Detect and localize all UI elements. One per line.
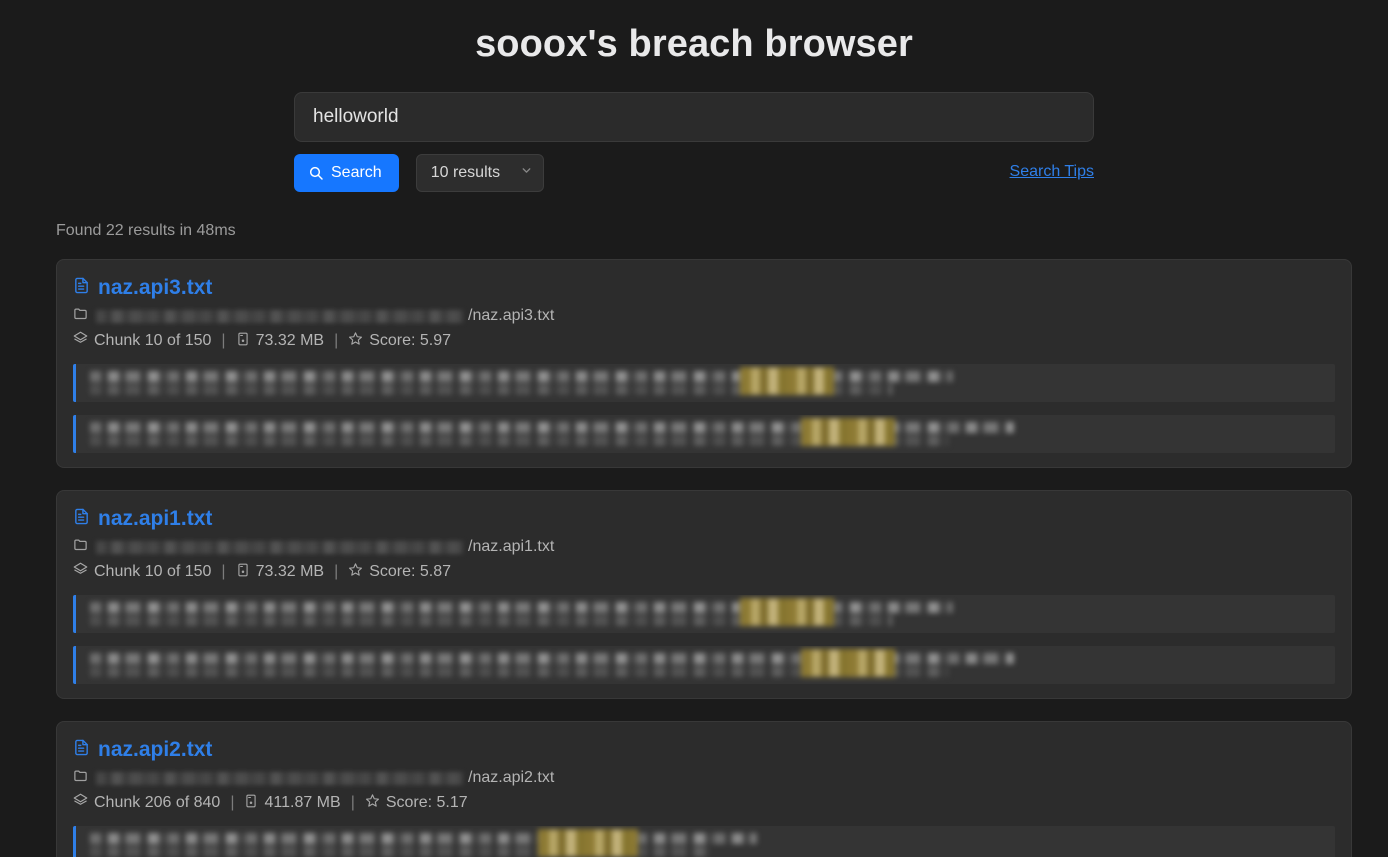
- chunk-meta: Chunk 206 of 840: [73, 793, 220, 813]
- search-icon: [308, 165, 324, 181]
- results-list: naz.api3.txt/naz.api3.txt Chunk 10 of 150…: [56, 259, 1352, 857]
- result-card[interactable]: naz.api2.txt/naz.api2.txt Chunk 206 of 84…: [56, 721, 1352, 857]
- chunk-label: Chunk 206 of 840: [94, 794, 221, 811]
- folder-icon: [73, 768, 88, 788]
- size-meta: 73.32 MB: [236, 563, 324, 582]
- folder-icon: [73, 306, 88, 326]
- snippet-highlight: [802, 419, 894, 445]
- result-snippet[interactable]: [73, 595, 1335, 633]
- star-icon: [348, 331, 363, 351]
- result-path-row: /naz.api2.txt: [73, 768, 1335, 788]
- search-controls: Search 10 results Search Tips: [294, 154, 1094, 192]
- result-snippet[interactable]: [73, 364, 1335, 402]
- meta-separator: |: [221, 332, 226, 349]
- score-meta: Score: 5.97: [348, 331, 451, 351]
- page-title: sooox's breach browser: [475, 23, 913, 65]
- size-label: 73.32 MB: [255, 563, 325, 580]
- result-snippet[interactable]: [73, 646, 1335, 684]
- score-label: Score: 5.17: [385, 794, 468, 811]
- search-button[interactable]: Search: [294, 154, 399, 192]
- result-meta-row: Chunk 10 of 150 | 73.32 MB | Score: 5.97: [73, 331, 1335, 351]
- snippet-highlight: [741, 368, 833, 394]
- result-snippet[interactable]: [73, 826, 1335, 857]
- score-label: Score: 5.97: [369, 332, 452, 349]
- layers-icon: [73, 793, 88, 813]
- search-input[interactable]: [294, 92, 1094, 142]
- redacted-path: [96, 771, 463, 785]
- result-card[interactable]: naz.api1.txt/naz.api1.txt Chunk 10 of 150…: [56, 490, 1352, 699]
- snippet-blurred-text: [90, 364, 1335, 402]
- chevron-down-icon: [520, 164, 533, 182]
- chunk-meta: Chunk 10 of 150: [73, 562, 211, 582]
- meta-separator: |: [334, 332, 339, 349]
- result-snippet[interactable]: [73, 415, 1335, 453]
- file-text-icon: [73, 507, 90, 531]
- redacted-path: [96, 309, 463, 323]
- result-file-name[interactable]: naz.api1.txt: [98, 507, 212, 531]
- file-text-icon: [73, 276, 90, 300]
- result-path-row: /naz.api3.txt: [73, 306, 1335, 326]
- result-file-row: naz.api2.txt: [73, 738, 1335, 762]
- result-file-name[interactable]: naz.api3.txt: [98, 276, 212, 300]
- snippet-blurred-text: [90, 415, 1335, 453]
- chunk-meta: Chunk 10 of 150: [73, 331, 211, 351]
- result-file-name[interactable]: naz.api2.txt: [98, 738, 212, 762]
- chunk-label: Chunk 10 of 150: [94, 332, 212, 349]
- score-meta: Score: 5.17: [365, 793, 468, 813]
- snippet-highlight: [539, 830, 637, 856]
- result-file-row: naz.api3.txt: [73, 276, 1335, 300]
- snippet-blurred-text: [90, 826, 1335, 857]
- result-count-value: 10 results: [430, 164, 501, 181]
- results-status: Found 22 results in 48ms: [56, 222, 236, 239]
- file-text-icon: [73, 738, 90, 762]
- result-path-row: /naz.api1.txt: [73, 537, 1335, 557]
- result-count-select[interactable]: 10 results: [415, 154, 544, 192]
- chunk-label: Chunk 10 of 150: [94, 563, 212, 580]
- meta-separator: |: [230, 794, 235, 811]
- snippet-highlight: [741, 599, 833, 625]
- search-button-label: Search: [331, 164, 382, 181]
- result-card[interactable]: naz.api3.txt/naz.api3.txt Chunk 10 of 150…: [56, 259, 1352, 468]
- result-path-tail: /naz.api3.txt: [468, 307, 555, 324]
- meta-separator: |: [334, 563, 339, 580]
- result-meta-row: Chunk 10 of 150 | 73.32 MB | Score: 5.87: [73, 562, 1335, 582]
- layers-icon: [73, 562, 88, 582]
- result-meta-row: Chunk 206 of 840 | 411.87 MB | Score: 5.17: [73, 793, 1335, 813]
- size-label: 411.87 MB: [264, 794, 341, 811]
- search-area: Search 10 results Search Tips: [294, 92, 1094, 192]
- size-meta: 73.32 MB: [236, 332, 324, 351]
- search-tips-link[interactable]: Search Tips: [1010, 163, 1094, 181]
- meta-separator: |: [221, 563, 226, 580]
- hard-drive-icon: [236, 563, 250, 582]
- score-label: Score: 5.87: [369, 563, 452, 580]
- folder-icon: [73, 537, 88, 557]
- snippet-highlight: [802, 650, 894, 676]
- layers-icon: [73, 331, 88, 351]
- app-root: sooox's breach browser Search 10 results: [0, 0, 1388, 857]
- result-path-tail: /naz.api2.txt: [468, 769, 555, 786]
- result-file-row: naz.api1.txt: [73, 507, 1335, 531]
- meta-separator: |: [350, 794, 355, 811]
- hard-drive-icon: [244, 794, 258, 813]
- score-meta: Score: 5.87: [348, 562, 451, 582]
- redacted-path: [96, 540, 463, 554]
- size-label: 73.32 MB: [255, 332, 325, 349]
- star-icon: [365, 793, 380, 813]
- size-meta: 411.87 MB: [244, 794, 341, 813]
- snippet-blurred-text: [90, 595, 1335, 633]
- star-icon: [348, 562, 363, 582]
- hard-drive-icon: [236, 332, 250, 351]
- result-path-tail: /naz.api1.txt: [468, 538, 555, 555]
- snippet-blurred-text: [90, 646, 1335, 684]
